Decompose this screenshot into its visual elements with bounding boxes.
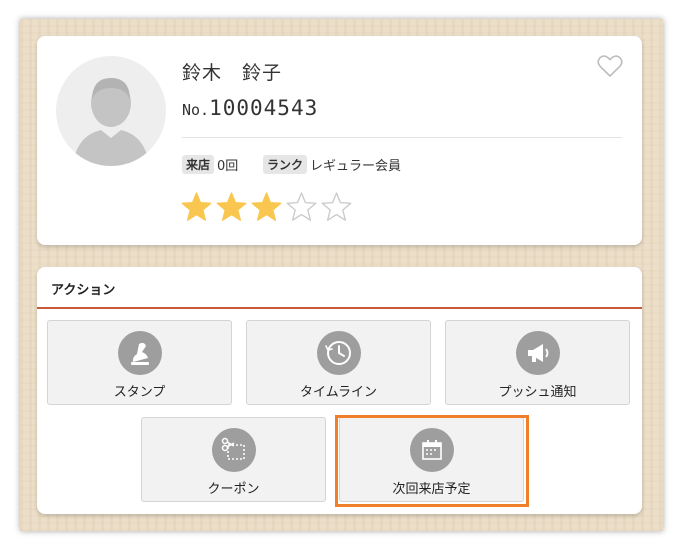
push-notification-button-label: プッシュ通知	[498, 385, 577, 400]
profile-divider	[182, 137, 622, 138]
customer-profile-card: 鈴木 鈴子 No.10004543 来店 0回 ランク レギュラー会員	[37, 36, 642, 245]
calendar-icon	[422, 440, 442, 460]
member-number-prefix: No.	[182, 101, 210, 119]
timeline-button[interactable]: タイムライン	[246, 320, 431, 405]
clock-icon	[325, 341, 351, 365]
actions-divider	[37, 307, 642, 309]
visits-value: 0回	[217, 159, 239, 174]
member-number-value: 10004543	[209, 96, 319, 120]
actions-title: アクション	[51, 283, 116, 298]
next-visit-schedule-button[interactable]: 次回来店予定	[339, 417, 524, 502]
coupon-button[interactable]: クーポン	[141, 417, 326, 502]
actions-panel: アクション スタンプ タイムライン プッシュ通知 クーポン 次回来店予定	[37, 267, 642, 514]
avatar	[56, 56, 166, 166]
scissors-coupon-icon	[221, 437, 245, 460]
next-visit-schedule-button-label: 次回来店予定	[392, 482, 471, 497]
rating-stars	[180, 191, 353, 222]
rank-label-badge: ランク	[263, 155, 308, 174]
star-filled-icon	[251, 192, 282, 221]
rank-value: レギュラー会員	[310, 159, 402, 174]
stamp-icon	[131, 342, 149, 365]
stamp-button-label: スタンプ	[113, 385, 166, 400]
star-filled-icon	[181, 192, 212, 221]
member-number: No.10004543	[182, 96, 318, 120]
stamp-button[interactable]: スタンプ	[47, 320, 232, 405]
member-rank: ランク レギュラー会員	[263, 155, 401, 174]
app-frame: 鈴木 鈴子 No.10004543 来店 0回 ランク レギュラー会員 アクション …	[20, 19, 663, 531]
megaphone-icon	[528, 344, 549, 362]
favorite-heart-icon[interactable]	[597, 54, 623, 78]
visit-count: 来店 0回	[182, 155, 238, 174]
star-empty-icon	[321, 192, 352, 221]
customer-name: 鈴木 鈴子	[182, 62, 283, 84]
star-empty-icon	[286, 192, 317, 221]
timeline-button-label: タイムライン	[299, 385, 378, 400]
visits-label-badge: 来店	[182, 155, 215, 174]
person-silhouette-icon	[73, 78, 149, 166]
star-filled-icon	[216, 192, 247, 221]
coupon-button-label: クーポン	[207, 482, 260, 497]
push-notification-button[interactable]: プッシュ通知	[445, 320, 630, 405]
